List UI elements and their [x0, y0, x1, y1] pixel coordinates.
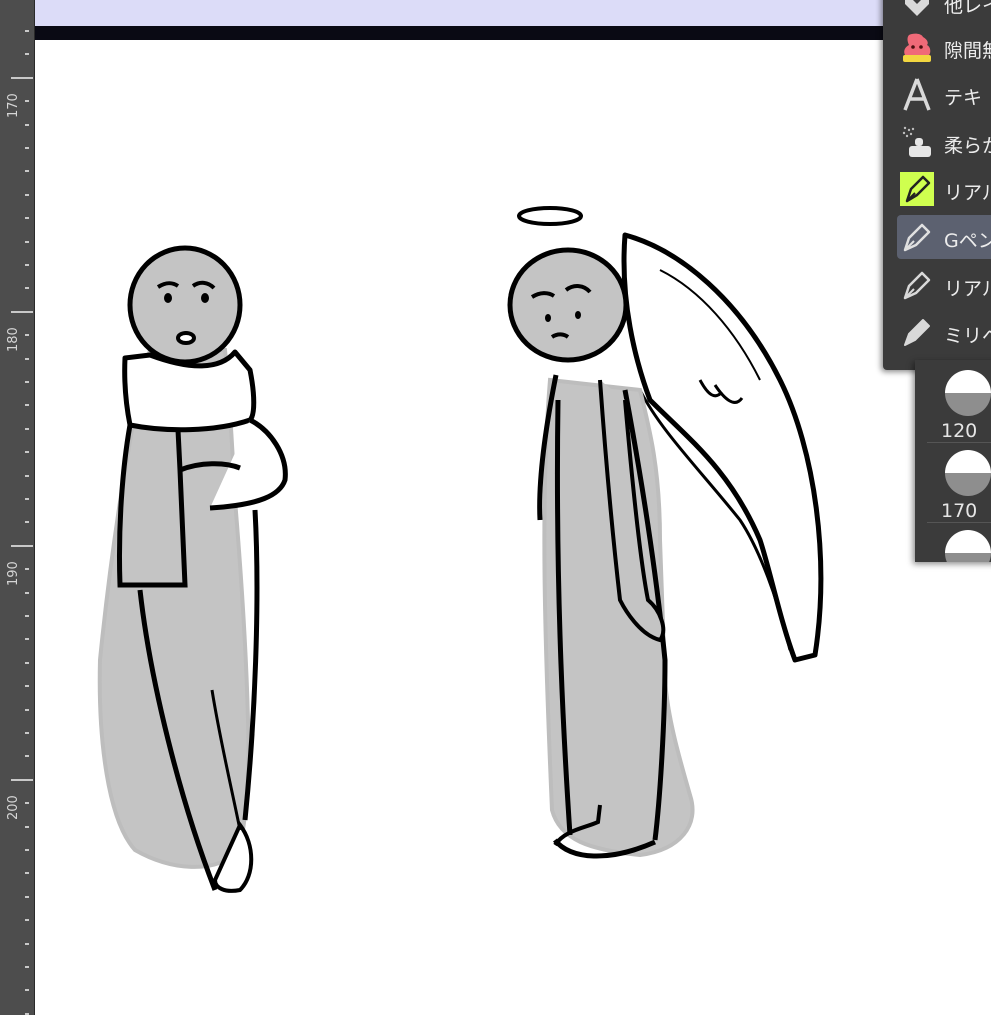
subtool-gpen[interactable]: Gペン — [897, 215, 991, 259]
scarf-figure — [97, 245, 288, 893]
fill-gap-closing-icon — [903, 33, 931, 62]
subtool-fill-gap-closing[interactable]: 隙間無 — [897, 25, 991, 69]
brush-size-preview-icon — [945, 530, 991, 562]
subtool-millipen[interactable]: ミリペ — [897, 310, 991, 354]
subtool-label: テキ — [944, 87, 983, 109]
subtool-real-gpen[interactable]: リアル — [897, 167, 991, 211]
brush-size-preset[interactable]: 170 — [927, 446, 991, 523]
subtool-label: リアル — [944, 182, 991, 204]
brush-size-preset[interactable]: 120 — [927, 366, 991, 443]
subtool-label: 柔らか — [944, 135, 991, 157]
brush-size-label: 170 — [941, 500, 978, 522]
subtool-text[interactable]: テキ — [897, 72, 991, 116]
text-tool-icon — [903, 78, 931, 111]
fill-other-layer-icon — [905, 0, 929, 16]
brush-size-panel: 120 170 — [915, 360, 991, 562]
subtool-label: 隙間無 — [944, 40, 991, 62]
soft-airbrush-icon — [902, 126, 931, 157]
brush-size-preview-icon — [945, 450, 991, 496]
subtool-real-pen[interactable]: リアル — [897, 263, 991, 307]
sketch-artwork — [97, 206, 824, 893]
subtool-label: ミリペ — [944, 325, 991, 347]
real-pen-icon — [903, 271, 931, 300]
brush-size-label: 120 — [941, 420, 978, 442]
subtool-label: Gペン — [944, 230, 991, 252]
brush-size-preview-icon — [945, 370, 991, 416]
subtool-label: リアル — [944, 278, 991, 300]
subtool-label: 他レイ — [944, 0, 991, 17]
brush-size-preset[interactable] — [927, 526, 991, 562]
millipen-icon — [904, 319, 930, 346]
subtool-panel: 他レイ 隙間無 テキ 柔らか リアル — [883, 0, 991, 370]
angel-figure — [507, 206, 824, 859]
gpen-icon — [903, 223, 931, 252]
real-gpen-icon — [900, 172, 934, 206]
subtool-soft-airbrush[interactable]: 柔らか — [897, 120, 991, 164]
subtool-fill-other-layer[interactable]: 他レイ — [897, 0, 991, 24]
